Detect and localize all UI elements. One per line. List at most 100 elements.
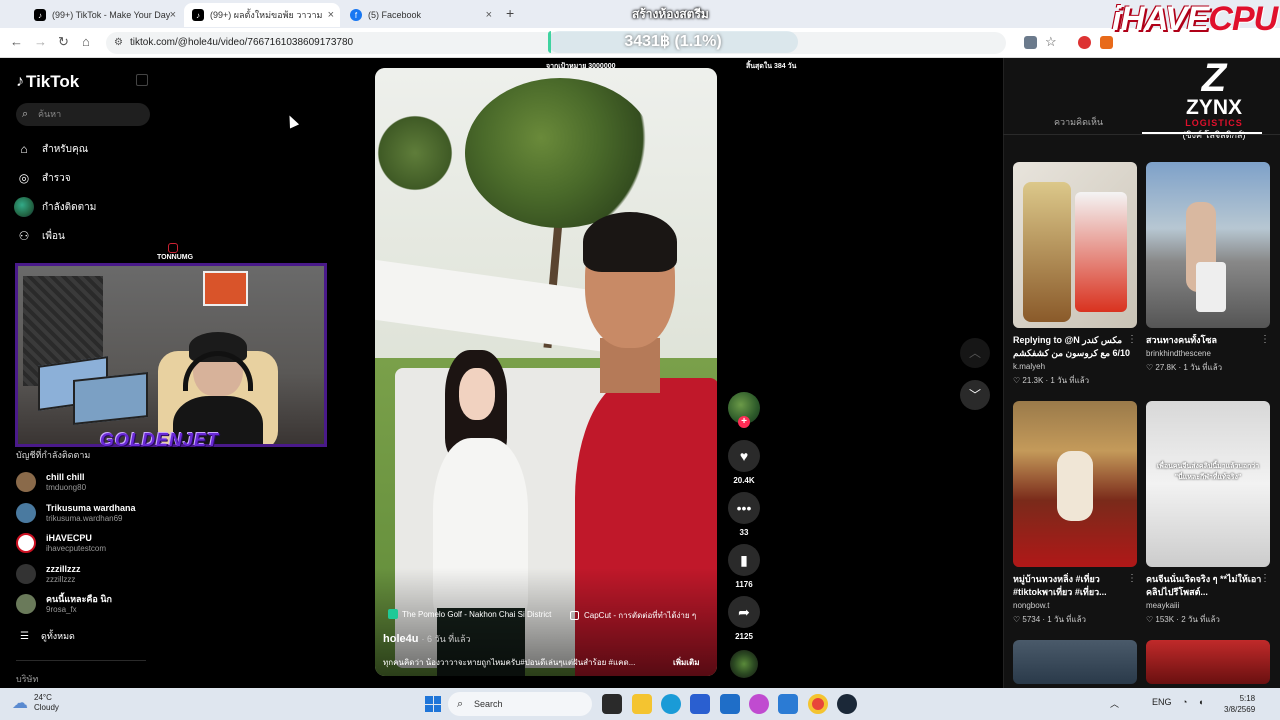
windows-start-icon[interactable] [425,696,441,712]
card-caption: สวนทางคนทั้งโซล [1146,335,1218,345]
video-thumbnail[interactable] [1013,162,1137,328]
see-all-following[interactable]: ☰ ดูทั้งหมด [20,629,75,643]
close-icon[interactable]: × [170,9,176,21]
app-icon[interactable] [690,694,710,714]
site-info-icon[interactable]: ⚙ [114,32,123,54]
comment-action[interactable]: ••• 33 [728,492,760,537]
file-explorer-icon[interactable] [632,694,652,714]
more-options-icon[interactable]: ⋮ [1260,573,1270,584]
following-account[interactable]: Trikusuma wardhana trikusuma.wardhan69 [16,500,136,526]
home-icon[interactable]: ⌂ [82,34,90,49]
sponsor-name: ZYNX [1185,96,1242,119]
following-account[interactable]: zzzillzzz zzzillzzz [16,561,81,587]
next-video-button[interactable]: ﹀ [960,380,990,410]
video-card[interactable]: Replying to @N مكس كندر 6/10 مع كروسون م… [1013,162,1137,387]
close-icon[interactable]: × [328,9,334,21]
weather-desc: Cloudy [34,703,59,712]
following-account[interactable]: iHAVECPU ihavecputestcom [16,530,106,556]
edge-icon[interactable] [661,694,681,714]
more-options-icon[interactable]: ⋮ [1127,573,1137,584]
more-options-icon[interactable]: ⋮ [1260,334,1270,345]
video-description: ทุกคนคิดว่า น้องวาวาจะหายถูกไหมครับ#ปอนด… [383,658,636,667]
follow-plus-button[interactable]: + [738,416,750,428]
share-action[interactable]: ➦ 2125 [728,596,760,641]
card-caption: คนจีนนั่นเริดจริง ๆ **ไม่ให้เอาคลิปไปรีโ… [1146,574,1262,597]
forward-icon[interactable]: → [34,34,47,49]
capcut-tag[interactable]: CapCut - การตัดต่อที่ทำได้ง่าย ๆ [570,609,696,622]
tiktok-logo[interactable]: ♪ TikTok [16,72,79,92]
video-card[interactable]: เพื่อนคนจีนส่งคลิปนี้มาแล้วบอกว่า "นี่แห… [1146,401,1270,626]
clock[interactable]: 5:18 3/8/2569 [1224,693,1255,715]
thumb-snack [1023,182,1071,322]
video-thumbnail[interactable] [1013,401,1137,567]
translate-icon[interactable] [1024,36,1037,49]
music-disc-icon[interactable] [730,650,758,678]
tab-tiktok-video[interactable]: ♪ (99+) ผลตั้งใหม่ขอพ้ย วาวาม × [184,3,340,27]
steam-icon[interactable] [837,694,857,714]
cam-tag: TONNUMG [157,254,194,261]
collapse-sidebar-icon[interactable] [136,74,148,86]
back-icon[interactable]: ← [10,34,23,49]
card-author: k.malyeh [1013,362,1046,371]
avatar [16,594,36,614]
save-action[interactable]: ▮ 1176 [728,544,760,589]
video-card[interactable]: หมู่บ้านหวงหลิ่ง #เที่ยว #tiktokพาเที่ยว… [1013,401,1137,626]
home-icon: ⌂ [20,142,28,156]
task-view-icon[interactable] [602,694,622,714]
copilot-icon[interactable] [749,694,769,714]
company-link[interactable]: บริษัท [16,672,38,686]
mouse-cursor-icon [284,113,300,129]
following-account[interactable]: คนนี้แหละคือ นิก 9rosa_fx [16,591,112,617]
video-location-tag[interactable]: The Pomelo Golf - Nakhon Chai Si Distric… [388,609,551,619]
nav-following[interactable]: กำลังติดตาม [14,197,96,217]
stream-title: สร้างห้องสตรีม [632,7,709,21]
taskbar-search[interactable]: ⌕ Search [448,692,592,716]
card-meta: ♡ 5734 · 1 วัน ที่แล้ว [1013,615,1086,624]
bookmark-icon[interactable]: ▮ [728,544,760,576]
nav-explore[interactable]: ◎ สำรวจ [16,168,71,188]
heart-icon[interactable]: ♥ [728,440,760,472]
taskbar: ☁ 24°C Cloudy ⌕ Search ︿ ENG ◔ ◖ 5:18 3/8/2… [0,688,1280,720]
tab-comments[interactable]: ความคิดเห็น [1054,115,1103,129]
card-author: nongbow.t [1013,601,1050,610]
video-card[interactable]: สวนทางคนทั้งโซล brinkhindthescene ♡ 27.8… [1146,162,1270,374]
tab-tiktok-home[interactable]: ♪ (99+) TikTok - Make Your Day × [26,3,182,27]
video-author[interactable]: hole4u · 6 วัน ที่แล้ว [383,632,471,646]
previous-video-button[interactable]: ︿ [960,338,990,368]
chrome-icon[interactable] [808,694,828,714]
like-action[interactable]: ♥ 20.4K [728,440,760,485]
tray-chevron-icon[interactable]: ︿ [1110,697,1119,710]
share-icon[interactable]: ➦ [728,596,760,628]
video-thumbnail[interactable]: เพื่อนคนจีนส่งคลิปนี้มาแล้วบอกว่า "นี่แห… [1146,401,1270,567]
store-icon[interactable] [720,694,740,714]
outlook-icon[interactable] [778,694,798,714]
bookmark-star-icon[interactable]: ☆ [1045,34,1057,50]
reload-icon[interactable]: ↻ [58,34,69,50]
volume-icon[interactable]: ◖ [1198,697,1203,707]
donation-amount: 3431฿ (1.1%) [624,33,722,50]
webcam-feed [15,263,327,447]
more-options-icon[interactable]: ⋮ [1127,334,1137,345]
following-account[interactable]: chill chill tmduong80 [16,469,86,495]
video-thumbnail[interactable] [1013,640,1137,684]
language-indicator[interactable]: ENG [1152,697,1172,707]
nav-for-you[interactable]: ⌂ สำหรับคุณ [16,139,88,159]
video-thumbnail[interactable] [1146,640,1270,684]
video-card[interactable] [1013,640,1137,684]
wifi-icon[interactable]: ◔ [1182,697,1187,707]
video-card[interactable] [1146,640,1270,684]
location-text: The Pomelo Golf - Nakhon Chai Si Distric… [402,609,552,619]
new-tab-button[interactable]: + [506,5,514,21]
see-more-button[interactable]: เพิ่มเติม [673,656,699,669]
card-author: brinkhindthescene [1146,349,1211,358]
extension-icon[interactable] [1078,36,1091,49]
video-player[interactable]: The Pomelo Golf - Nakhon Chai Si Distric… [375,68,717,676]
tab-facebook[interactable]: f (5) Facebook × [342,3,498,27]
search-input[interactable]: ⌕ ค้นหา [16,103,150,126]
close-icon[interactable]: × [486,9,492,21]
comment-icon[interactable]: ••• [728,492,760,524]
video-thumbnail[interactable] [1146,162,1270,328]
nav-friends[interactable]: ⚇ เพื่อน [16,226,65,246]
tiktok-icon: ♪ [16,73,24,90]
weather-widget[interactable]: ☁ 24°C Cloudy [12,693,59,713]
